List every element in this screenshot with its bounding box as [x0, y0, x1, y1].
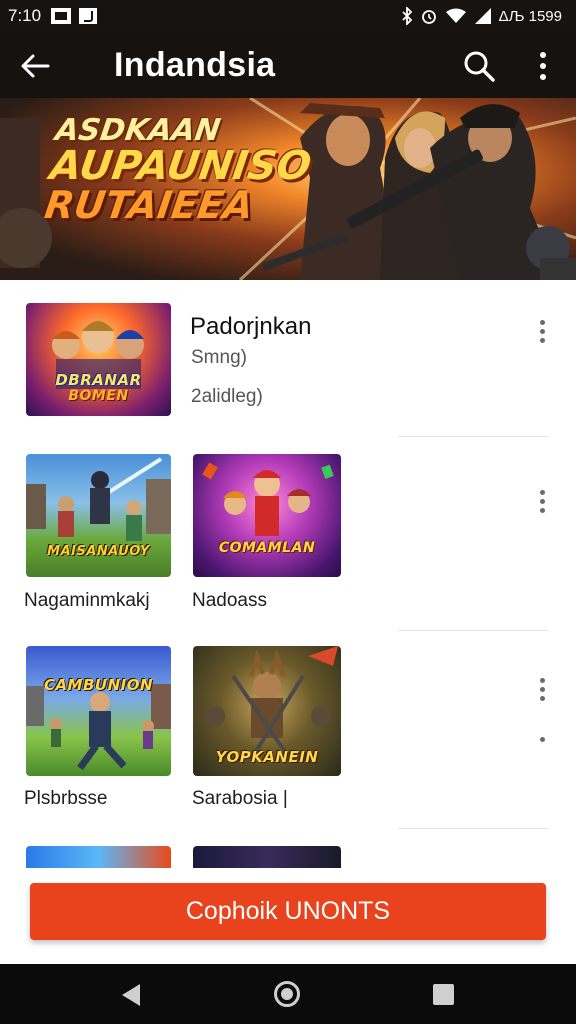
- back-arrow-icon[interactable]: [18, 49, 52, 83]
- app-bar: Indandsia: [0, 32, 576, 98]
- game-caption[interactable]: Nadoass: [192, 590, 267, 612]
- battery-text: ΔЉ 1599: [498, 7, 562, 25]
- thumb-label: CAMBUNION: [43, 676, 154, 694]
- game-thumbnail[interactable]: MAISANAUOY: [26, 454, 171, 577]
- alarm-icon: [421, 10, 436, 24]
- featured-meta: 2alidleg): [191, 386, 263, 407]
- primary-action-button[interactable]: Cophoik UNONTS: [30, 883, 546, 940]
- featured-title[interactable]: Padorjnkan: [190, 313, 311, 341]
- game-thumbnail[interactable]: YOPKANEIN: [193, 646, 341, 776]
- game-thumbnail-art: [26, 684, 171, 771]
- image-icon: [51, 8, 72, 24]
- featured-thumbnail[interactable]: DBRANAR BOMEN: [26, 303, 171, 416]
- banner-title-line: RUTAIEEA: [41, 183, 257, 227]
- status-right: ΔЉ 1599: [401, 7, 562, 25]
- divider: [398, 436, 548, 437]
- divider: [398, 630, 548, 631]
- nav-recents-icon[interactable]: [433, 984, 454, 1005]
- signal-icon: [474, 8, 491, 24]
- banner-title-line: AUPAUNISO: [47, 143, 314, 189]
- nav-home-icon[interactable]: [274, 981, 300, 1007]
- hero-banner[interactable]: ASDKAAN AUPAUNISO RUTAIEEA: [0, 98, 576, 280]
- game-thumbnail[interactable]: CAMBUNION: [26, 646, 171, 776]
- featured-overflow-menu[interactable]: [534, 320, 550, 350]
- game-list: DBRANAR BOMEN Padorjnkan Smng) 2alidleg)…: [0, 280, 576, 868]
- music-icon: [79, 8, 98, 24]
- game-thumbnail-art: [202, 462, 334, 536]
- game-caption[interactable]: Plsbrbsse: [24, 788, 107, 810]
- status-bar: 7:10 ΔЉ 1599: [0, 0, 576, 32]
- game-caption[interactable]: Sarabosia |: [192, 788, 288, 810]
- bluetooth-icon: [401, 7, 412, 25]
- more-vert-icon[interactable]: [530, 49, 556, 83]
- status-time: 7:10: [8, 6, 42, 25]
- bottom-action-area: Cophoik UNONTS: [0, 868, 576, 964]
- game-thumbnail[interactable]: [193, 846, 341, 868]
- banner-title-line: ASDKAAN: [53, 113, 223, 148]
- thumb-label: YOPKANEIN: [215, 748, 319, 766]
- thumb-label: COMAMLAN: [218, 540, 316, 556]
- banner-title: ASDKAAN AUPAUNISO RUTAIEEA: [41, 113, 314, 227]
- row-overflow-menu[interactable]: [534, 678, 550, 708]
- game-caption[interactable]: Nagaminmkakj: [24, 590, 150, 612]
- game-thumbnail[interactable]: COMAMLAN: [193, 454, 341, 577]
- nav-back-icon[interactable]: [118, 982, 144, 1008]
- wifi-icon: [445, 8, 466, 23]
- divider: [398, 828, 548, 829]
- thumb-label: BOMEN: [68, 388, 129, 404]
- scroll-indicator: [534, 737, 550, 747]
- system-nav-bar: [0, 964, 576, 1024]
- search-icon[interactable]: [462, 49, 496, 83]
- thumb-label: DBRANAR: [55, 371, 142, 389]
- game-thumbnail[interactable]: [26, 846, 171, 868]
- featured-subtitle: Smng): [191, 347, 247, 368]
- thumb-label: MAISANAUOY: [47, 544, 150, 559]
- row-overflow-menu[interactable]: [534, 490, 550, 520]
- page-title: Indandsia: [114, 46, 276, 84]
